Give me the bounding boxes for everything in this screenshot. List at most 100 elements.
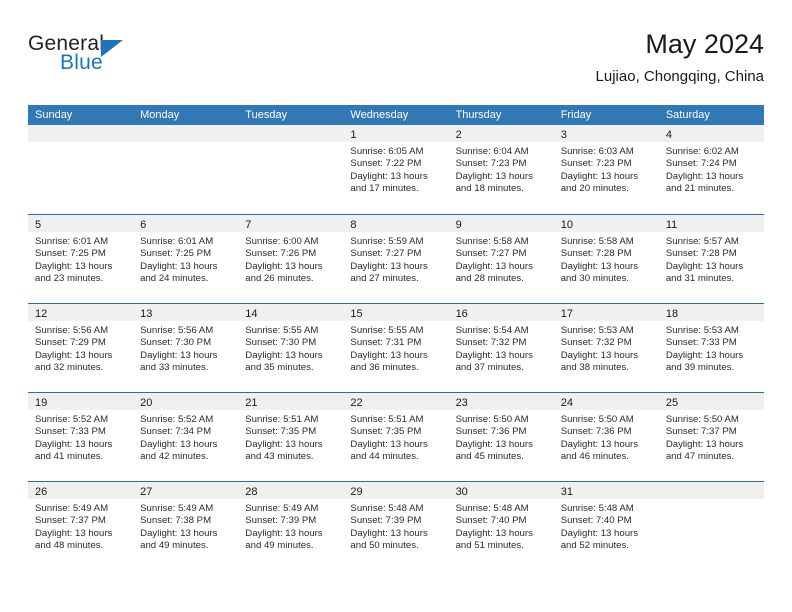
day-detail-line: and 23 minutes.	[35, 273, 104, 285]
day-number: 21	[245, 397, 258, 409]
calendar-day-cell[interactable]: 10 Sunrise: 5:58 AM Sunset: 7:28 PM Dayligh…	[553, 215, 659, 303]
calendar-day-cell[interactable]: 21 Sunrise: 5:51 AM Sunset: 7:35 PM Dayligh…	[238, 393, 344, 481]
day-number-strip: 11	[658, 215, 764, 232]
day-details: Sunrise: 5:53 AM Sunset: 7:33 PM Daylight:…	[659, 321, 764, 375]
calendar-day-cell[interactable]: 30 Sunrise: 5:48 AM Sunset: 7:40 PM Dayligh…	[448, 482, 554, 570]
day-detail-line: Sunset: 7:24 PM	[665, 158, 737, 170]
title-block: May 2024 Lujiao, Chongqing, China	[596, 28, 764, 86]
day-number-strip: 22	[343, 393, 449, 410]
day-detail-line: and 26 minutes.	[245, 273, 314, 285]
calendar-week-row: 12 Sunrise: 5:56 AM Sunset: 7:29 PM Dayligh…	[28, 303, 764, 392]
day-detail-line: and 45 minutes.	[455, 451, 524, 463]
brand-name-blue: Blue	[60, 51, 103, 74]
day-details: Sunrise: 5:55 AM Sunset: 7:30 PM Daylight:…	[238, 321, 343, 375]
calendar-day-cell[interactable]: 20 Sunrise: 5:52 AM Sunset: 7:34 PM Dayligh…	[133, 393, 239, 481]
day-detail-line: Sunrise: 5:52 AM	[140, 414, 214, 425]
calendar-day-cell-empty	[238, 125, 344, 214]
calendar-day-cell[interactable]: 11 Sunrise: 5:57 AM Sunset: 7:28 PM Dayligh…	[658, 215, 764, 303]
day-detail-line: Sunrise: 5:48 AM	[350, 503, 424, 514]
calendar-day-cell[interactable]: 4 Sunrise: 6:02 AM Sunset: 7:24 PM Daylight…	[658, 125, 764, 214]
day-details: Sunrise: 5:48 AM Sunset: 7:40 PM Daylight:…	[449, 499, 554, 553]
day-detail-line: Daylight: 13 hours	[455, 527, 533, 539]
calendar-day-cell[interactable]: 27 Sunrise: 5:49 AM Sunset: 7:38 PM Dayligh…	[133, 482, 239, 570]
day-number: 29	[350, 486, 363, 498]
calendar-day-cell[interactable]: 5 Sunrise: 6:01 AM Sunset: 7:25 PM Daylight…	[28, 215, 134, 303]
day-number-strip	[238, 125, 344, 142]
day-number-strip: 23	[448, 393, 554, 410]
day-detail-line: and 28 minutes.	[455, 273, 524, 285]
day-detail-line: Daylight: 13 hours	[245, 438, 323, 450]
calendar-day-cell[interactable]: 25 Sunrise: 5:50 AM Sunset: 7:37 PM Dayligh…	[658, 393, 764, 481]
day-detail-line: Daylight: 13 hours	[455, 170, 533, 182]
day-detail-line: Daylight: 13 hours	[455, 260, 533, 272]
day-number-strip: 10	[553, 215, 659, 232]
day-detail-line: Daylight: 13 hours	[665, 170, 744, 182]
day-number-strip: 29	[343, 482, 449, 499]
day-detail-line: Daylight: 13 hours	[245, 527, 323, 539]
day-detail-line: Daylight: 13 hours	[665, 349, 744, 361]
day-detail-line: Daylight: 13 hours	[560, 170, 639, 182]
day-detail-line: Sunrise: 5:49 AM	[35, 503, 109, 514]
day-detail-line: Sunrise: 6:01 AM	[140, 236, 214, 247]
day-detail-line: Sunset: 7:37 PM	[665, 426, 737, 438]
calendar-day-cell[interactable]: 13 Sunrise: 5:56 AM Sunset: 7:30 PM Dayligh…	[133, 304, 239, 392]
calendar-day-cell[interactable]: 15 Sunrise: 5:55 AM Sunset: 7:31 PM Dayligh…	[343, 304, 449, 392]
day-detail-line: Daylight: 13 hours	[350, 438, 428, 450]
calendar-day-cell[interactable]: 6 Sunrise: 6:01 AM Sunset: 7:25 PM Daylight…	[133, 215, 239, 303]
day-number-strip	[133, 125, 239, 142]
day-number-strip: 19	[28, 393, 134, 410]
day-number: 6	[140, 219, 147, 231]
calendar-day-cell[interactable]: 3 Sunrise: 6:03 AM Sunset: 7:23 PM Daylight…	[553, 125, 659, 214]
calendar-day-cell[interactable]: 28 Sunrise: 5:49 AM Sunset: 7:39 PM Dayligh…	[238, 482, 344, 570]
day-detail-line: Daylight: 13 hours	[665, 260, 744, 272]
day-detail-line: Sunrise: 5:56 AM	[140, 325, 214, 336]
day-number-strip	[658, 482, 764, 499]
day-number: 8	[350, 219, 357, 231]
day-number-strip: 27	[133, 482, 239, 499]
day-detail-line: Sunrise: 6:01 AM	[35, 236, 109, 247]
day-detail-line: Sunset: 7:39 PM	[350, 515, 422, 527]
day-detail-line: and 52 minutes.	[560, 540, 629, 552]
day-detail-line: Sunset: 7:25 PM	[35, 248, 106, 260]
calendar-day-cell[interactable]: 1 Sunrise: 6:05 AM Sunset: 7:22 PM Daylight…	[343, 125, 449, 214]
calendar-day-cell[interactable]: 19 Sunrise: 5:52 AM Sunset: 7:33 PM Dayligh…	[28, 393, 134, 481]
calendar-day-cell[interactable]: 29 Sunrise: 5:48 AM Sunset: 7:39 PM Dayligh…	[343, 482, 449, 570]
calendar-day-cell[interactable]: 17 Sunrise: 5:53 AM Sunset: 7:32 PM Dayligh…	[553, 304, 659, 392]
calendar-week-row: 26 Sunrise: 5:49 AM Sunset: 7:37 PM Dayligh…	[28, 481, 764, 570]
calendar-day-cell[interactable]: 22 Sunrise: 5:51 AM Sunset: 7:35 PM Dayligh…	[343, 393, 449, 481]
day-detail-line: Sunset: 7:30 PM	[140, 337, 212, 349]
day-number-strip: 7	[238, 215, 344, 232]
calendar-day-cell[interactable]: 31 Sunrise: 5:48 AM Sunset: 7:40 PM Dayligh…	[553, 482, 659, 570]
calendar-day-cell[interactable]: 26 Sunrise: 5:49 AM Sunset: 7:37 PM Dayligh…	[28, 482, 134, 570]
calendar-day-cell[interactable]: 12 Sunrise: 5:56 AM Sunset: 7:29 PM Dayligh…	[28, 304, 134, 392]
day-detail-line: and 48 minutes.	[35, 540, 104, 552]
day-details: Sunrise: 5:49 AM Sunset: 7:39 PM Daylight:…	[238, 499, 343, 553]
calendar-day-cell[interactable]: 9 Sunrise: 5:58 AM Sunset: 7:27 PM Daylight…	[448, 215, 554, 303]
day-detail-line: and 39 minutes.	[665, 362, 735, 374]
page-title: May 2024	[645, 29, 764, 59]
day-detail-line: Sunset: 7:26 PM	[245, 248, 317, 260]
calendar-day-cell[interactable]: 14 Sunrise: 5:55 AM Sunset: 7:30 PM Dayligh…	[238, 304, 344, 392]
day-number-strip: 8	[343, 215, 449, 232]
day-number-strip: 1	[343, 125, 449, 142]
calendar-day-cell[interactable]: 2 Sunrise: 6:04 AM Sunset: 7:23 PM Daylight…	[448, 125, 554, 214]
calendar-day-cell[interactable]: 16 Sunrise: 5:54 AM Sunset: 7:32 PM Dayligh…	[448, 304, 554, 392]
day-detail-line: Daylight: 13 hours	[455, 438, 533, 450]
calendar-day-cell[interactable]: 7 Sunrise: 6:00 AM Sunset: 7:26 PM Daylight…	[238, 215, 344, 303]
weekday-header-thursday: Thursday	[455, 109, 502, 121]
brand-logo[interactable]: General Blue	[28, 32, 258, 84]
calendar-day-cell[interactable]: 23 Sunrise: 5:50 AM Sunset: 7:36 PM Dayligh…	[448, 393, 554, 481]
day-detail-line: Daylight: 13 hours	[245, 349, 323, 361]
day-detail-line: Sunset: 7:27 PM	[350, 248, 422, 260]
day-detail-line: Daylight: 13 hours	[560, 349, 639, 361]
calendar-day-cell[interactable]: 24 Sunrise: 5:50 AM Sunset: 7:36 PM Dayligh…	[553, 393, 659, 481]
calendar-day-cell[interactable]: 18 Sunrise: 5:53 AM Sunset: 7:33 PM Dayligh…	[658, 304, 764, 392]
day-detail-line: Sunrise: 6:05 AM	[350, 146, 424, 157]
day-detail-line: Sunrise: 5:50 AM	[665, 414, 739, 425]
day-details: Sunrise: 6:02 AM Sunset: 7:24 PM Daylight:…	[659, 142, 764, 196]
day-number: 31	[560, 486, 573, 498]
day-details: Sunrise: 5:48 AM Sunset: 7:40 PM Daylight:…	[554, 499, 659, 553]
day-detail-line: Daylight: 13 hours	[560, 438, 639, 450]
day-detail-line: Sunset: 7:31 PM	[350, 337, 422, 349]
calendar-day-cell[interactable]: 8 Sunrise: 5:59 AM Sunset: 7:27 PM Daylight…	[343, 215, 449, 303]
